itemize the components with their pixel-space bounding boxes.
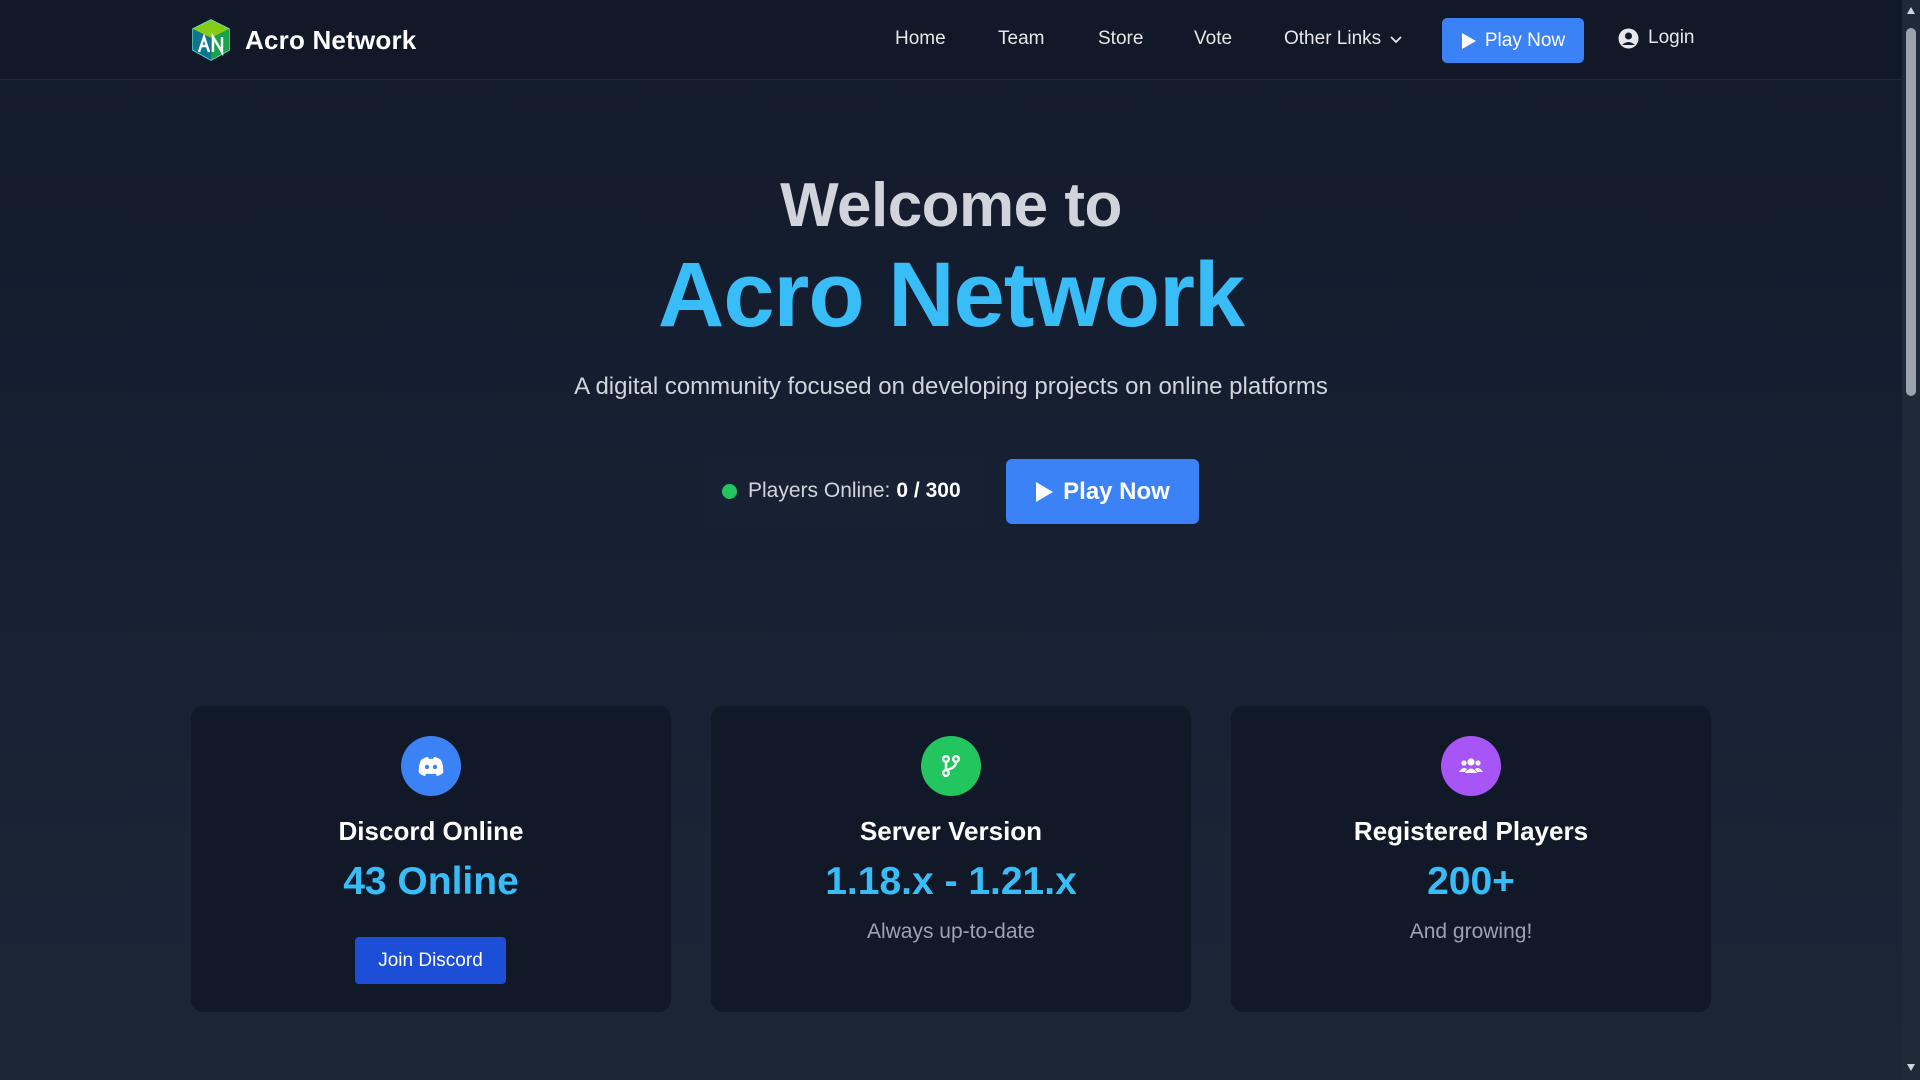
chevron-down-icon [1390, 36, 1402, 44]
discord-icon [418, 757, 444, 776]
hero-welcome: Welcome to [780, 171, 1122, 240]
discord-card: Discord Online 43 Online Join Discord [191, 706, 671, 1012]
card-note: Always up-to-date [866, 920, 1036, 943]
nav-vote[interactable]: Vote [1194, 28, 1232, 50]
vertical-scrollbar[interactable] [1902, 0, 1920, 1080]
hero-play-now-button[interactable]: Play Now [1006, 459, 1199, 524]
branch-icon-badge [921, 736, 981, 796]
scroll-up-arrow-icon[interactable] [1906, 6, 1916, 16]
scroll-down-arrow-icon[interactable] [1906, 1062, 1916, 1072]
players-count: 0 / 300 [896, 479, 961, 502]
card-title: Registered Players [1353, 816, 1589, 846]
nav-play-now-button[interactable]: Play Now [1442, 18, 1584, 63]
page: Acro Network Home Team Store Vote Other … [0, 0, 1902, 1080]
nav-play-label: Play Now [1484, 29, 1566, 51]
nav-store[interactable]: Store [1098, 28, 1143, 50]
card-value: 43 Online [343, 860, 519, 903]
login-label: Login [1648, 27, 1695, 48]
players-online-status: Players Online: 0 / 300 [702, 456, 986, 526]
nav-home[interactable]: Home [895, 28, 946, 50]
card-note: And growing! [1409, 920, 1533, 943]
join-discord-button[interactable]: Join Discord [355, 937, 506, 984]
hero-subtitle: A digital community focused on developin… [574, 373, 1328, 400]
online-dot-icon [722, 483, 737, 499]
discord-icon-badge [401, 736, 461, 796]
nav-other-links[interactable]: Other Links [1284, 28, 1403, 50]
players-label: Players Online: [748, 479, 891, 502]
server-version-card: Server Version 1.18.x - 1.21.x Always up… [711, 706, 1191, 1012]
login-link[interactable]: Login [1618, 27, 1695, 49]
play-icon [1461, 32, 1476, 49]
nav-team[interactable]: Team [998, 28, 1044, 50]
play-icon [1036, 481, 1054, 502]
hero-title: Acro Network [657, 244, 1245, 346]
registered-players-card: Registered Players 200+ And growing! [1231, 706, 1711, 1012]
user-circle-icon [1618, 28, 1639, 48]
card-title: Discord Online [338, 816, 524, 846]
users-icon-badge [1441, 736, 1501, 796]
navbar: Acro Network Home Team Store Vote Other … [0, 0, 1902, 80]
card-title: Server Version [859, 816, 1043, 846]
hero-play-label: Play Now [1063, 477, 1170, 505]
card-value: 1.18.x - 1.21.x [825, 860, 1077, 903]
users-icon [1459, 758, 1483, 773]
scrollbar-thumb[interactable] [1906, 28, 1916, 396]
branch-icon [941, 754, 961, 778]
nav-links: Home Team Store Vote Other Links [0, 0, 1902, 80]
card-value: 200+ [1427, 860, 1515, 903]
nav-other-links-label: Other Links [1284, 28, 1382, 49]
